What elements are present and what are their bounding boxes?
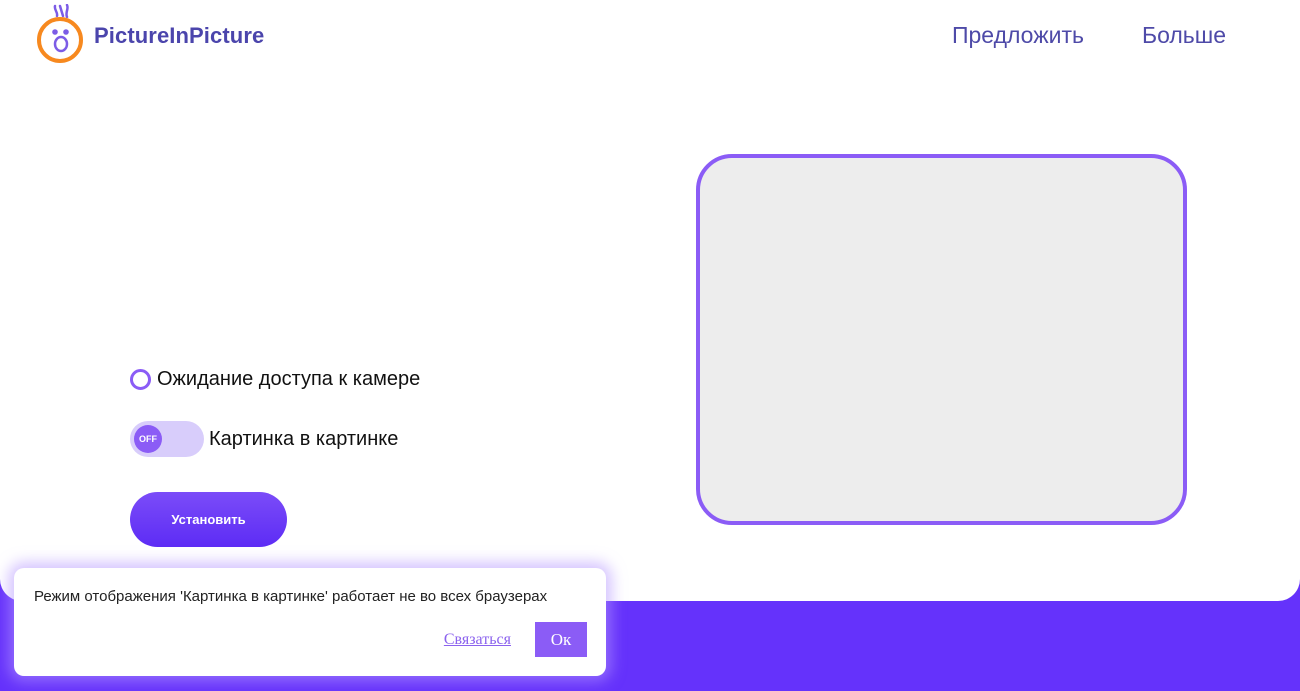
page: PictureInPicture Предложить Больше Ожида… [0,0,1300,691]
pip-toggle[interactable]: OFF [130,421,204,457]
ok-button[interactable]: Ок [535,622,587,657]
camera-status: Ожидание доступа к камере [130,368,420,391]
brand-name: PictureInPicture [94,23,265,48]
logo-link[interactable]: PictureInPicture [36,4,264,64]
browser-notice: Режим отображения 'Картинка в картинке' … [14,568,606,676]
camera-preview [696,154,1187,525]
notice-text: Режим отображения 'Картинка в картинке' … [34,588,548,605]
pip-toggle-label: Картинка в картинке [209,427,399,450]
nav-more[interactable]: Больше [1142,22,1226,49]
app-logo-icon [37,4,83,63]
nav-suggest[interactable]: Предложить [952,22,1084,49]
status-ring-icon [130,369,151,390]
header: PictureInPicture Предложить Больше [0,0,1300,78]
camera-status-text: Ожидание доступа к камере [157,368,421,390]
top-nav: Предложить Больше [952,22,1226,49]
toggle-knob: OFF [134,425,162,453]
install-button[interactable]: Установить [130,492,287,547]
main-card: PictureInPicture Предложить Больше Ожида… [0,0,1300,601]
pip-toggle-row: OFF Картинка в картинке [130,421,398,457]
contact-link[interactable]: Связаться [444,631,511,649]
